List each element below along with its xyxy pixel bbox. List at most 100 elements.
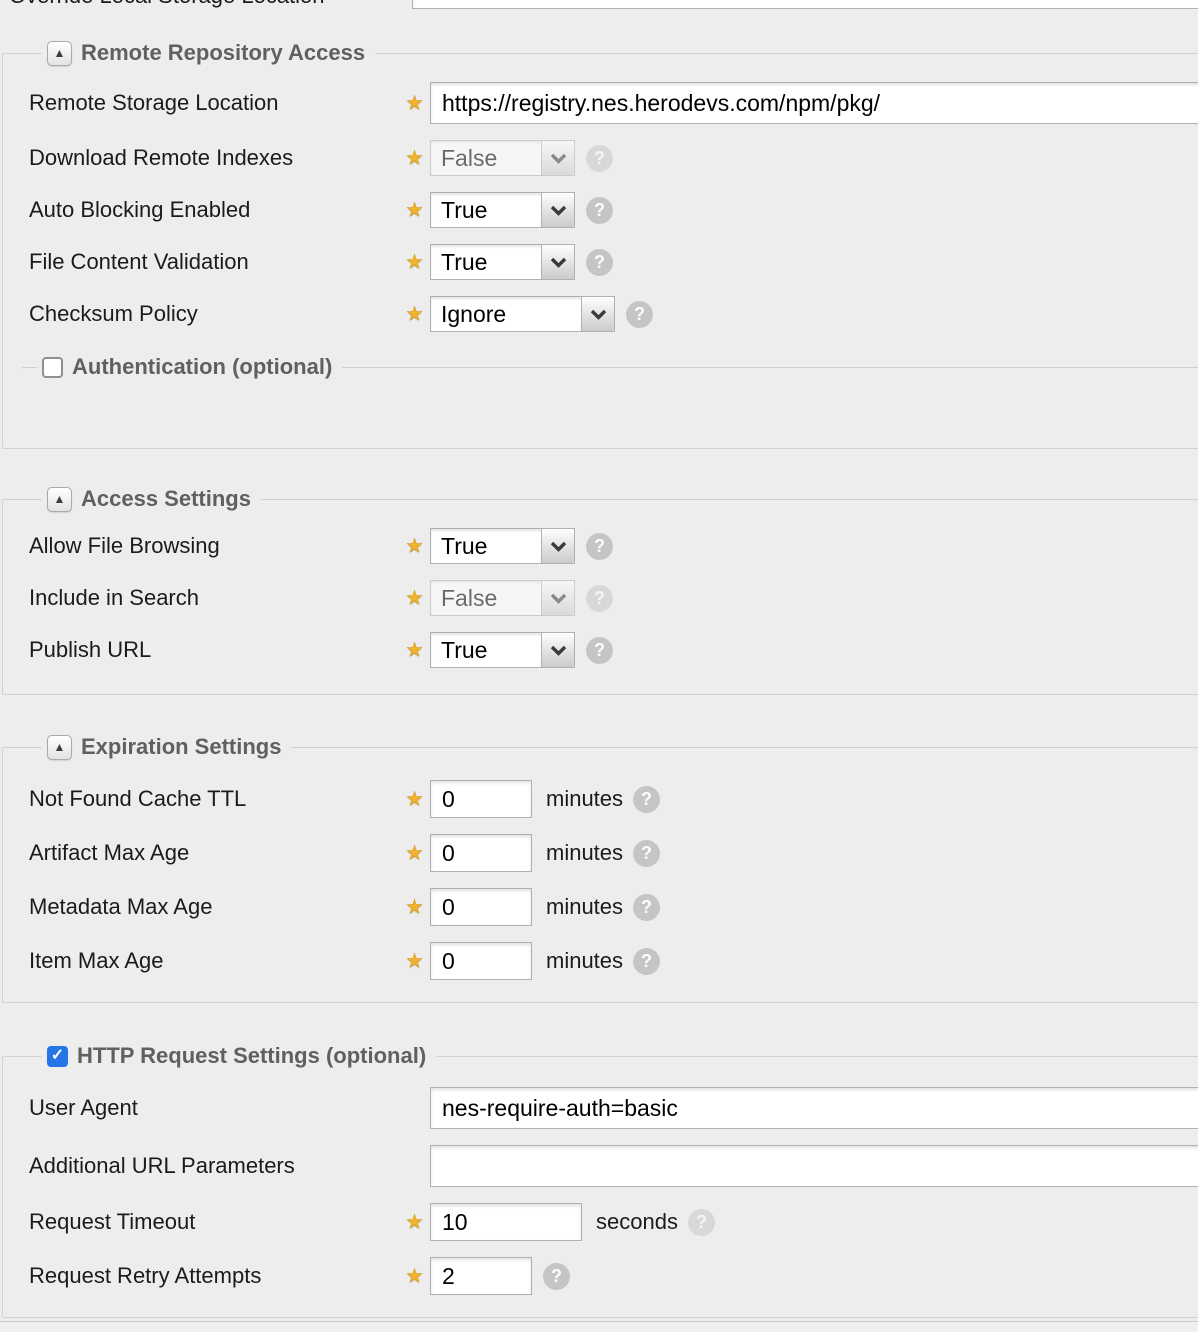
required-star-icon: ★ [406,149,423,168]
required-star-icon: ★ [406,589,423,608]
required-star-icon: ★ [406,641,423,660]
user-agent-row: User Agent [29,1087,1198,1129]
help-icon[interactable]: ? [586,585,613,612]
access-settings-fieldset: ▲ Access Settings Allow File Browsing ★ … [2,486,1198,695]
authentication-legend: Authentication (optional) [37,354,342,380]
collapse-up-icon: ▲ [54,47,66,59]
chevron-down-icon [541,633,574,667]
required-star-icon: ★ [406,1267,423,1286]
help-icon[interactable]: ? [633,786,660,813]
expiration-settings-fieldset: ▲ Expiration Settings Not Found Cache TT… [2,734,1198,1003]
collapse-button[interactable]: ▲ [47,487,72,512]
download-remote-indexes-row: Download Remote Indexes ★ False ? [29,140,1198,176]
override-local-storage-row: Override Local Storage Location [0,0,1198,40]
field-label: Additional URL Parameters [29,1153,406,1179]
request-retry-attempts-input[interactable] [430,1257,532,1295]
additional-url-parameters-input[interactable] [430,1145,1198,1187]
remote-repository-access-legend: ▲ Remote Repository Access [42,40,375,66]
section-title: Expiration Settings [81,734,281,760]
checksum-policy-row: Checksum Policy ★ Ignore ? [29,296,1198,332]
field-label: Metadata Max Age [29,894,406,920]
remote-storage-location-row: Remote Storage Location ★ [29,82,1198,124]
help-icon[interactable]: ? [543,1263,570,1290]
chevron-down-icon [541,141,574,175]
field-label: File Content Validation [29,249,406,275]
collapse-button[interactable]: ▲ [47,41,72,66]
download-remote-indexes-select: False [430,140,575,176]
metadata-max-age-input[interactable] [430,888,532,926]
metadata-max-age-row: Metadata Max Age ★ minutes ? [29,888,1198,926]
include-in-search-select: False [430,580,575,616]
auto-blocking-enabled-select[interactable]: True [430,192,575,228]
unit-label: minutes [546,840,623,866]
check-icon: ✓ [51,1048,64,1064]
field-label: Item Max Age [29,948,406,974]
chevron-down-icon [541,245,574,279]
unit-label: seconds [596,1209,678,1235]
help-icon[interactable]: ? [633,948,660,975]
help-icon[interactable]: ? [633,840,660,867]
help-icon[interactable]: ? [586,249,613,276]
file-content-validation-select[interactable]: True [430,244,575,280]
override-local-storage-input[interactable] [412,0,1198,9]
help-icon[interactable]: ? [688,1209,715,1236]
authentication-fieldset: Authentication (optional) [21,354,1198,426]
field-label: Request Timeout [29,1209,406,1235]
file-content-validation-row: File Content Validation ★ True ? [29,244,1198,280]
field-label: Publish URL [29,637,406,663]
chevron-down-icon [541,529,574,563]
not-found-cache-ttl-input[interactable] [430,780,532,818]
required-star-icon: ★ [406,253,423,272]
authentication-checkbox[interactable] [42,357,63,378]
collapse-button[interactable]: ▲ [47,735,72,760]
field-label: Include in Search [29,585,406,611]
section-title: HTTP Request Settings (optional) [77,1043,426,1069]
section-title: Authentication (optional) [72,354,332,380]
section-title: Access Settings [81,486,251,512]
item-max-age-row: Item Max Age ★ minutes ? [29,942,1198,980]
item-max-age-input[interactable] [430,942,532,980]
publish-url-select[interactable]: True [430,632,575,668]
required-star-icon: ★ [406,844,423,863]
field-label: Allow File Browsing [29,533,406,559]
field-label: User Agent [29,1095,406,1121]
request-retry-attempts-row: Request Retry Attempts ★ ? [29,1257,1198,1295]
allow-file-browsing-select[interactable]: True [430,528,575,564]
artifact-max-age-input[interactable] [430,834,532,872]
additional-url-parameters-row: Additional URL Parameters [29,1145,1198,1187]
http-request-settings-legend: ✓ HTTP Request Settings (optional) [42,1043,436,1069]
field-label: Not Found Cache TTL [29,786,406,812]
help-icon[interactable]: ? [626,301,653,328]
http-request-settings-fieldset: ✓ HTTP Request Settings (optional) User … [2,1043,1198,1318]
unit-label: minutes [546,786,623,812]
required-star-icon: ★ [406,898,423,917]
collapse-up-icon: ▲ [54,493,66,505]
unit-label: minutes [546,948,623,974]
override-local-storage-label: Override Local Storage Location [9,0,325,9]
help-icon[interactable]: ? [586,197,613,224]
help-icon[interactable]: ? [633,894,660,921]
checksum-policy-select[interactable]: Ignore [430,296,615,332]
chevron-down-icon [541,193,574,227]
field-label: Artifact Max Age [29,840,406,866]
help-icon[interactable]: ? [586,533,613,560]
chevron-down-icon [581,297,614,331]
http-request-settings-checkbox[interactable]: ✓ [47,1046,68,1067]
chevron-down-icon [541,581,574,615]
user-agent-input[interactable] [430,1087,1198,1129]
artifact-max-age-row: Artifact Max Age ★ minutes ? [29,834,1198,872]
required-star-icon: ★ [406,952,423,971]
help-icon[interactable]: ? [586,145,613,172]
include-in-search-row: Include in Search ★ False ? [29,580,1198,616]
remote-storage-location-input[interactable] [430,82,1198,124]
help-icon[interactable]: ? [586,637,613,664]
publish-url-row: Publish URL ★ True ? [29,632,1198,668]
allow-file-browsing-row: Allow File Browsing ★ True ? [29,528,1198,564]
required-star-icon: ★ [406,790,423,809]
request-timeout-row: Request Timeout ★ seconds ? [29,1203,1198,1241]
request-timeout-input[interactable] [430,1203,582,1241]
remote-repository-access-fieldset: ▲ Remote Repository Access Remote Storag… [2,40,1198,449]
required-star-icon: ★ [406,537,423,556]
auto-blocking-enabled-row: Auto Blocking Enabled ★ True ? [29,192,1198,228]
field-label: Remote Storage Location [29,90,406,116]
